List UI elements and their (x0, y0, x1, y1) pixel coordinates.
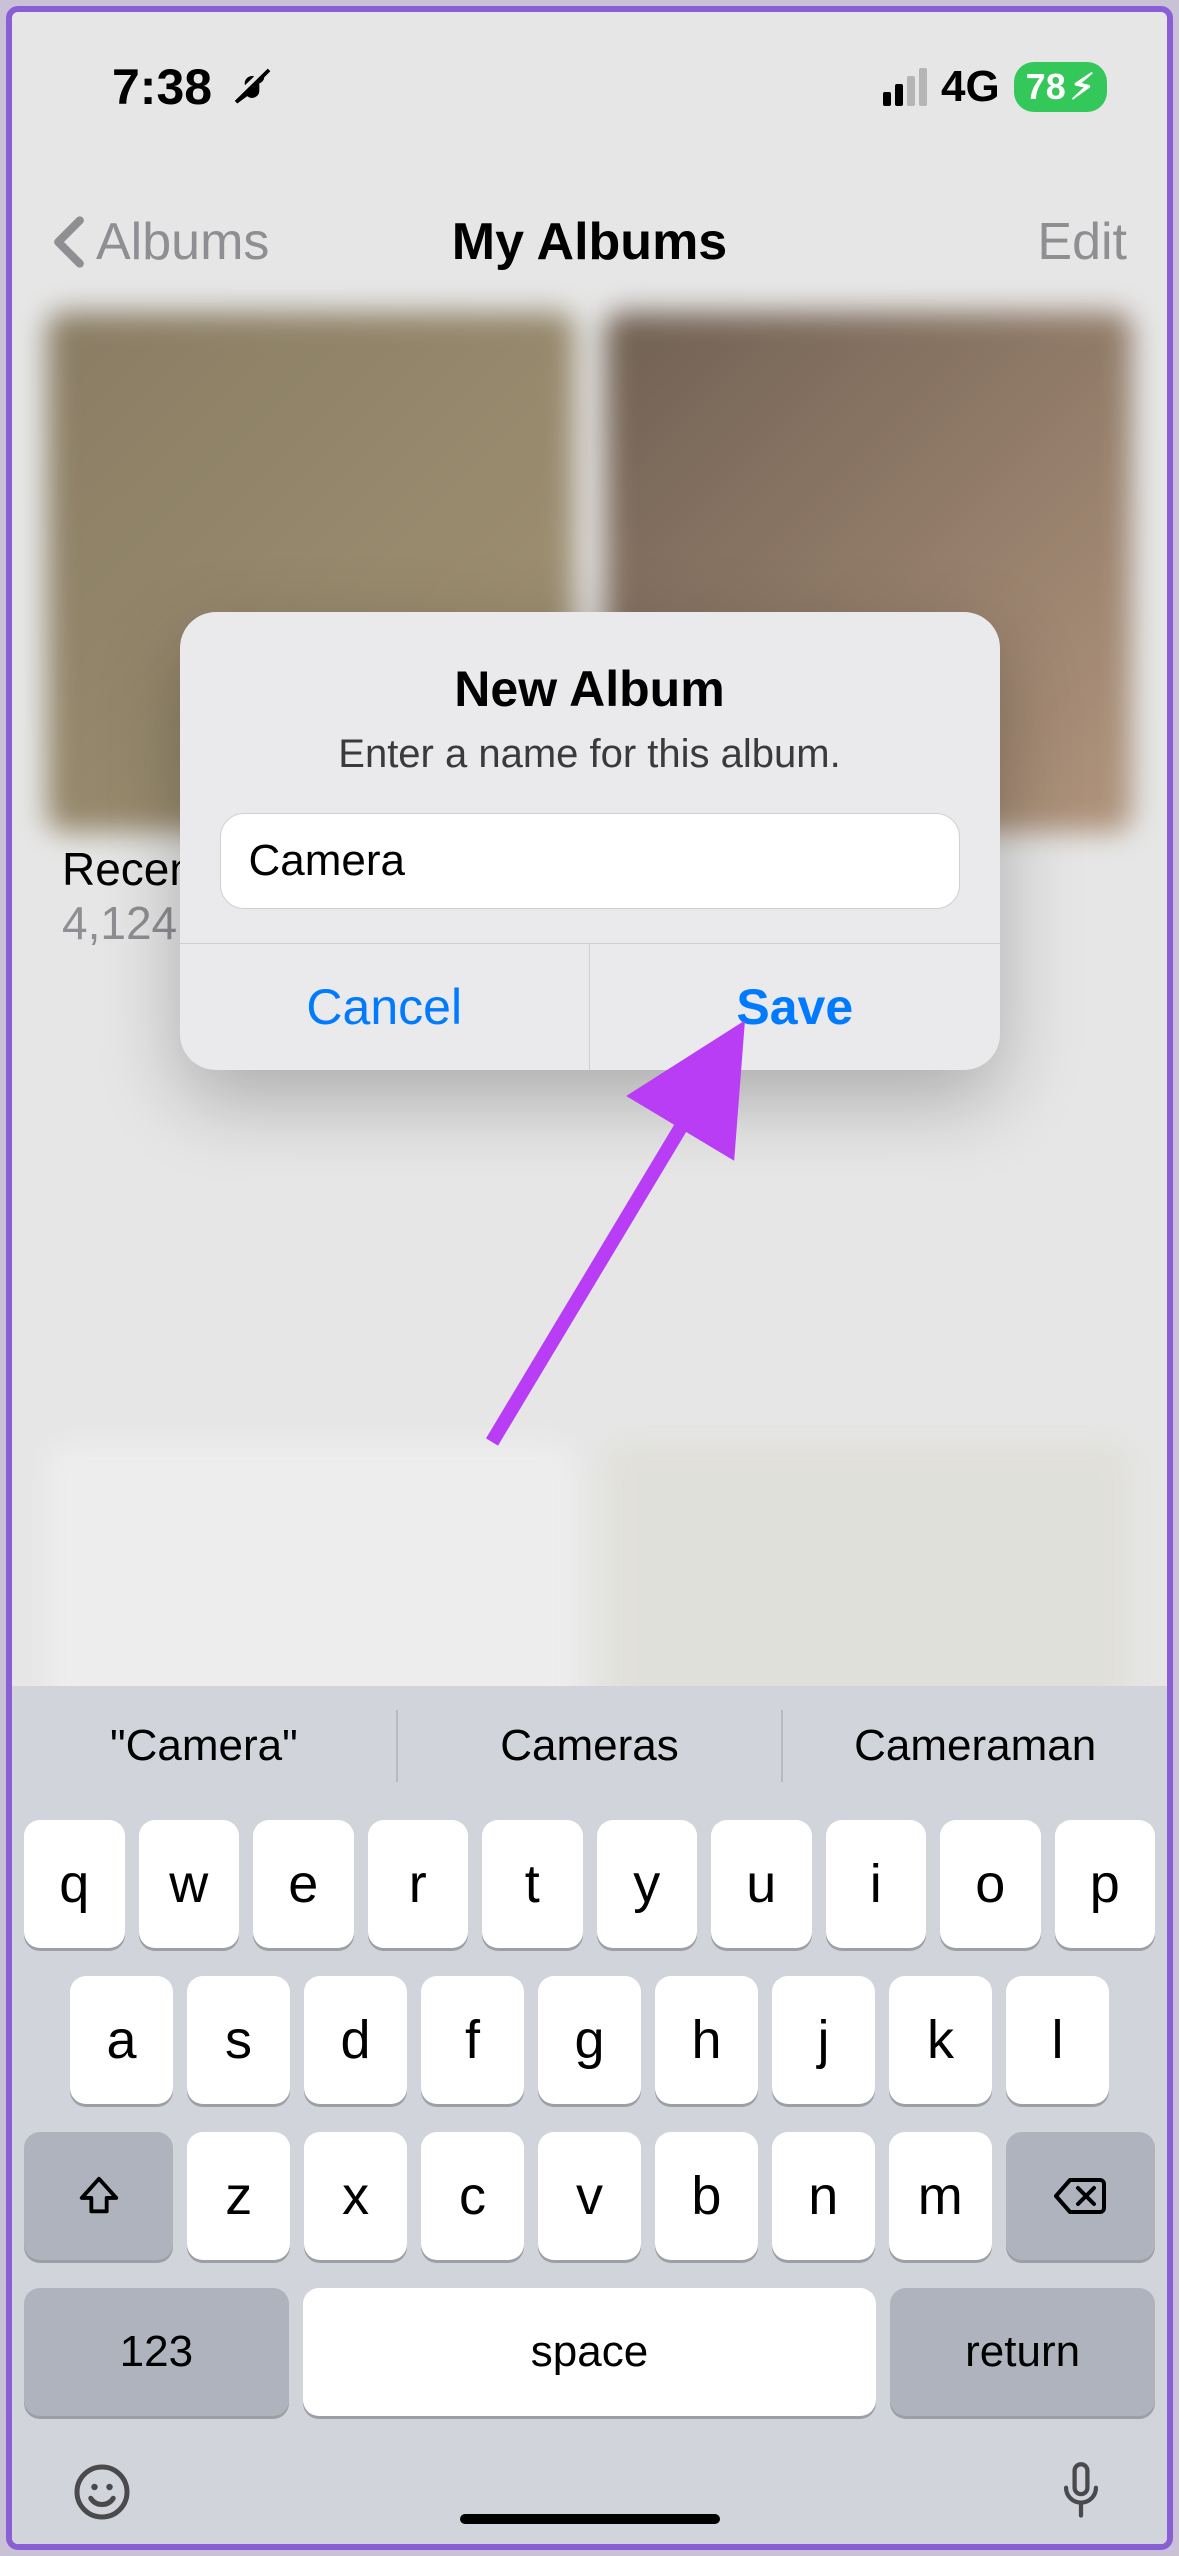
nav-bar: Albums My Albums Edit (12, 182, 1167, 302)
charging-icon: ⚡︎ (1070, 66, 1095, 108)
key-s[interactable]: s (187, 1976, 290, 2104)
key-q[interactable]: q (24, 1820, 125, 1948)
album-name-input[interactable] (220, 813, 960, 909)
space-key[interactable]: space (303, 2288, 877, 2416)
key-d[interactable]: d (304, 1976, 407, 2104)
key-i[interactable]: i (826, 1820, 927, 1948)
home-indicator[interactable] (460, 2514, 720, 2524)
alert-buttons: Cancel Save (180, 943, 1000, 1070)
alert-subtitle: Enter a name for this album. (220, 732, 960, 777)
key-f[interactable]: f (421, 1976, 524, 2104)
key-row-4: 123 space return (12, 2274, 1167, 2430)
suggestion[interactable]: "Camera" (12, 1686, 396, 1806)
key-y[interactable]: y (597, 1820, 698, 1948)
key-n[interactable]: n (772, 2132, 875, 2260)
key-u[interactable]: u (711, 1820, 812, 1948)
battery-pct: 78 (1026, 66, 1066, 108)
key-row-1: qwertyuiop (12, 1806, 1167, 1962)
key-b[interactable]: b (655, 2132, 758, 2260)
battery-pill: 78 ⚡︎ (1014, 62, 1107, 112)
numbers-key[interactable]: 123 (24, 2288, 289, 2416)
status-right: 4G 78 ⚡︎ (883, 62, 1107, 112)
back-label: Albums (96, 212, 269, 272)
key-e[interactable]: e (253, 1820, 354, 1948)
edit-button[interactable]: Edit (1037, 212, 1127, 272)
key-row-3: zxcvbnm (12, 2118, 1167, 2274)
shift-key[interactable] (24, 2132, 173, 2260)
keyboard-bottom-row (12, 2430, 1167, 2544)
cancel-button[interactable]: Cancel (180, 944, 590, 1070)
key-x[interactable]: x (304, 2132, 407, 2260)
key-j[interactable]: j (772, 1976, 875, 2104)
key-row-2: asdfghjkl (12, 1962, 1167, 2118)
chevron-left-icon (52, 215, 86, 269)
silent-icon (230, 65, 274, 109)
key-k[interactable]: k (889, 1976, 992, 2104)
device-frame: 7:38 4G 78 ⚡︎ Albums My Albums Edit (6, 6, 1173, 2550)
key-h[interactable]: h (655, 1976, 758, 2104)
return-key[interactable]: return (890, 2288, 1155, 2416)
emoji-icon (72, 2462, 132, 2522)
backspace-key[interactable] (1006, 2132, 1155, 2260)
backspace-icon (1052, 2175, 1108, 2217)
mic-icon (1055, 2460, 1107, 2524)
key-t[interactable]: t (482, 1820, 583, 1948)
network-label: 4G (941, 62, 1000, 112)
shift-icon (76, 2173, 122, 2219)
key-m[interactable]: m (889, 2132, 992, 2260)
key-g[interactable]: g (538, 1976, 641, 2104)
alert-title: New Album (220, 660, 960, 718)
key-v[interactable]: v (538, 2132, 641, 2260)
suggestion[interactable]: Cameraman (781, 1710, 1167, 1782)
key-a[interactable]: a (70, 1976, 173, 2104)
key-z[interactable]: z (187, 2132, 290, 2260)
suggestion[interactable]: Cameras (396, 1710, 782, 1782)
key-l[interactable]: l (1006, 1976, 1109, 2104)
new-album-alert: New Album Enter a name for this album. C… (180, 612, 1000, 1070)
key-p[interactable]: p (1055, 1820, 1156, 1948)
key-o[interactable]: o (940, 1820, 1041, 1948)
suggestion-bar: "Camera" Cameras Cameraman (12, 1686, 1167, 1806)
status-left: 7:38 (112, 58, 274, 116)
key-r[interactable]: r (368, 1820, 469, 1948)
cellular-icon (883, 68, 927, 106)
keyboard: "Camera" Cameras Cameraman qwertyuiop as… (12, 1686, 1167, 2544)
dictation-key[interactable] (1055, 2460, 1107, 2524)
key-w[interactable]: w (139, 1820, 240, 1948)
key-c[interactable]: c (421, 2132, 524, 2260)
back-button[interactable]: Albums (52, 212, 269, 272)
emoji-key[interactable] (72, 2462, 132, 2522)
clock: 7:38 (112, 58, 212, 116)
status-bar: 7:38 4G 78 ⚡︎ (12, 12, 1167, 162)
save-button[interactable]: Save (589, 944, 1000, 1070)
